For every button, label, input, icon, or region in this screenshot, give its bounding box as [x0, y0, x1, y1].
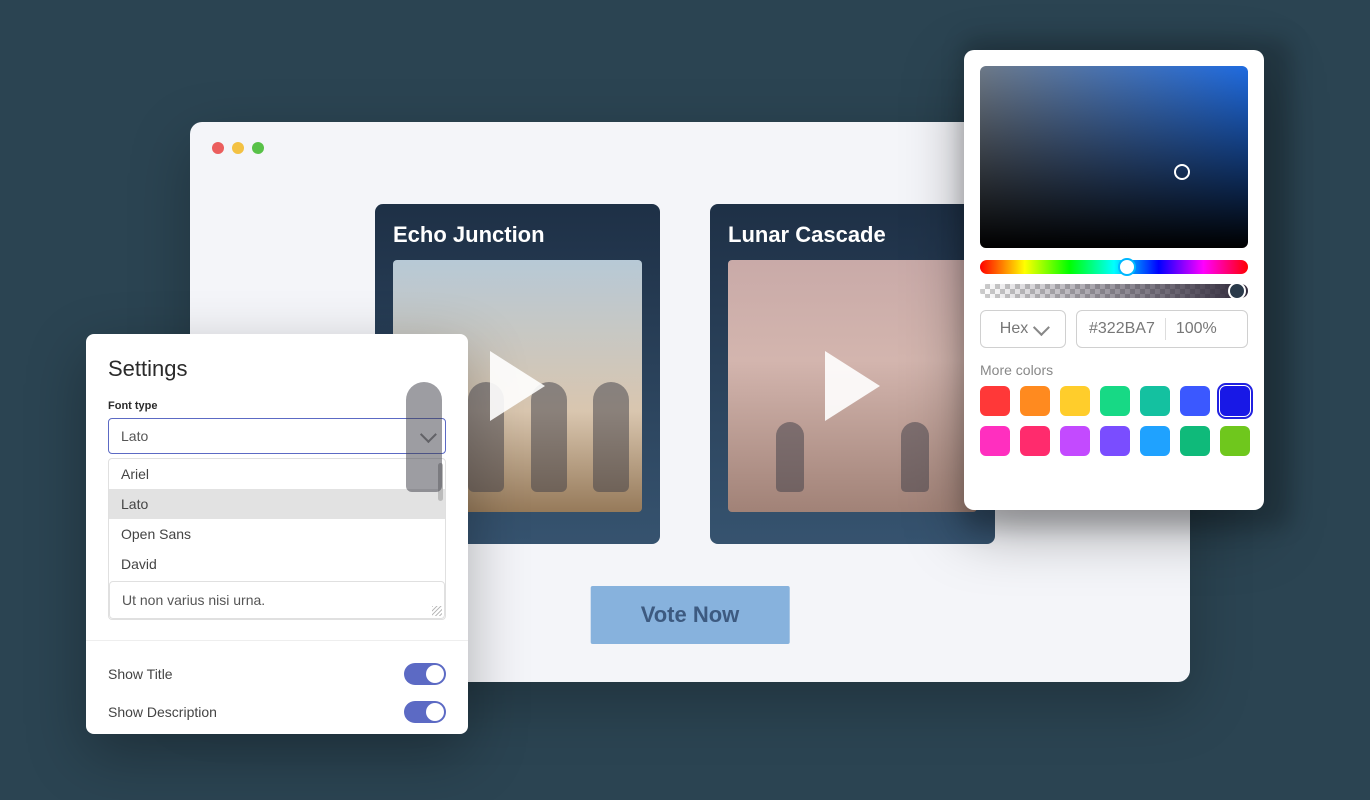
- hex-input[interactable]: #322BA7 100%: [1076, 310, 1248, 348]
- description-textarea[interactable]: Ut non varius nisi urna.: [109, 581, 445, 619]
- vote-card[interactable]: Lunar Cascade: [710, 204, 995, 544]
- color-swatch[interactable]: [1180, 426, 1210, 456]
- show-description-toggle[interactable]: [404, 701, 446, 723]
- textarea-value: Ut non varius nisi urna.: [122, 592, 265, 608]
- traffic-lights: [212, 142, 264, 154]
- show-description-row: Show Description: [108, 693, 446, 731]
- font-type-selected: Lato: [121, 428, 148, 444]
- alpha-slider[interactable]: [980, 284, 1248, 298]
- chevron-down-icon: [1033, 319, 1050, 336]
- card-title: Lunar Cascade: [728, 222, 977, 248]
- play-icon[interactable]: [490, 351, 545, 421]
- color-swatch[interactable]: [1140, 426, 1170, 456]
- maximize-dot-icon[interactable]: [252, 142, 264, 154]
- color-swatch[interactable]: [1140, 386, 1170, 416]
- font-option[interactable]: Lato: [109, 489, 445, 519]
- color-format-value: Hex: [1000, 320, 1028, 338]
- vote-now-button[interactable]: Vote Now: [591, 586, 790, 644]
- show-title-toggle[interactable]: [404, 663, 446, 685]
- show-title-row: Show Title: [108, 655, 446, 693]
- more-colors-label: More colors: [980, 362, 1248, 378]
- color-swatch[interactable]: [1100, 426, 1130, 456]
- saturation-cursor-icon[interactable]: [1174, 164, 1190, 180]
- hue-slider[interactable]: [980, 260, 1248, 274]
- color-swatch[interactable]: [1220, 386, 1250, 416]
- color-swatch[interactable]: [1060, 386, 1090, 416]
- color-format-select[interactable]: Hex: [980, 310, 1066, 348]
- color-swatch[interactable]: [980, 386, 1010, 416]
- color-picker-panel: Hex #322BA7 100% More colors: [964, 50, 1264, 510]
- hex-value: #322BA7: [1089, 320, 1155, 338]
- hue-thumb-icon[interactable]: [1118, 258, 1136, 276]
- street-silhouettes: [728, 422, 977, 492]
- alpha-thumb-icon[interactable]: [1228, 282, 1246, 300]
- input-separator: [1165, 318, 1166, 340]
- saturation-area[interactable]: [980, 66, 1248, 248]
- minimize-dot-icon[interactable]: [232, 142, 244, 154]
- settings-title: Settings: [108, 356, 446, 382]
- font-option[interactable]: David: [109, 549, 445, 579]
- color-swatch[interactable]: [1100, 386, 1130, 416]
- show-description-label: Show Description: [108, 704, 217, 720]
- divider: [86, 640, 468, 641]
- font-option[interactable]: Open Sans: [109, 519, 445, 549]
- color-swatch[interactable]: [1020, 386, 1050, 416]
- color-swatch[interactable]: [1060, 426, 1090, 456]
- card-title: Echo Junction: [393, 222, 642, 248]
- color-swatch[interactable]: [1020, 426, 1050, 456]
- card-thumbnail[interactable]: [728, 260, 977, 512]
- resize-handle-icon[interactable]: [432, 606, 442, 616]
- color-swatch[interactable]: [980, 426, 1010, 456]
- opacity-value: 100%: [1176, 320, 1217, 338]
- card-thumbnail[interactable]: [393, 260, 642, 512]
- swatch-grid: [980, 386, 1248, 456]
- color-swatch[interactable]: [1220, 426, 1250, 456]
- show-title-label: Show Title: [108, 666, 173, 682]
- color-swatch[interactable]: [1180, 386, 1210, 416]
- close-dot-icon[interactable]: [212, 142, 224, 154]
- color-inputs-row: Hex #322BA7 100%: [980, 310, 1248, 348]
- cards-row: Echo Junction Lunar Cascade: [375, 204, 995, 544]
- play-icon[interactable]: [825, 351, 880, 421]
